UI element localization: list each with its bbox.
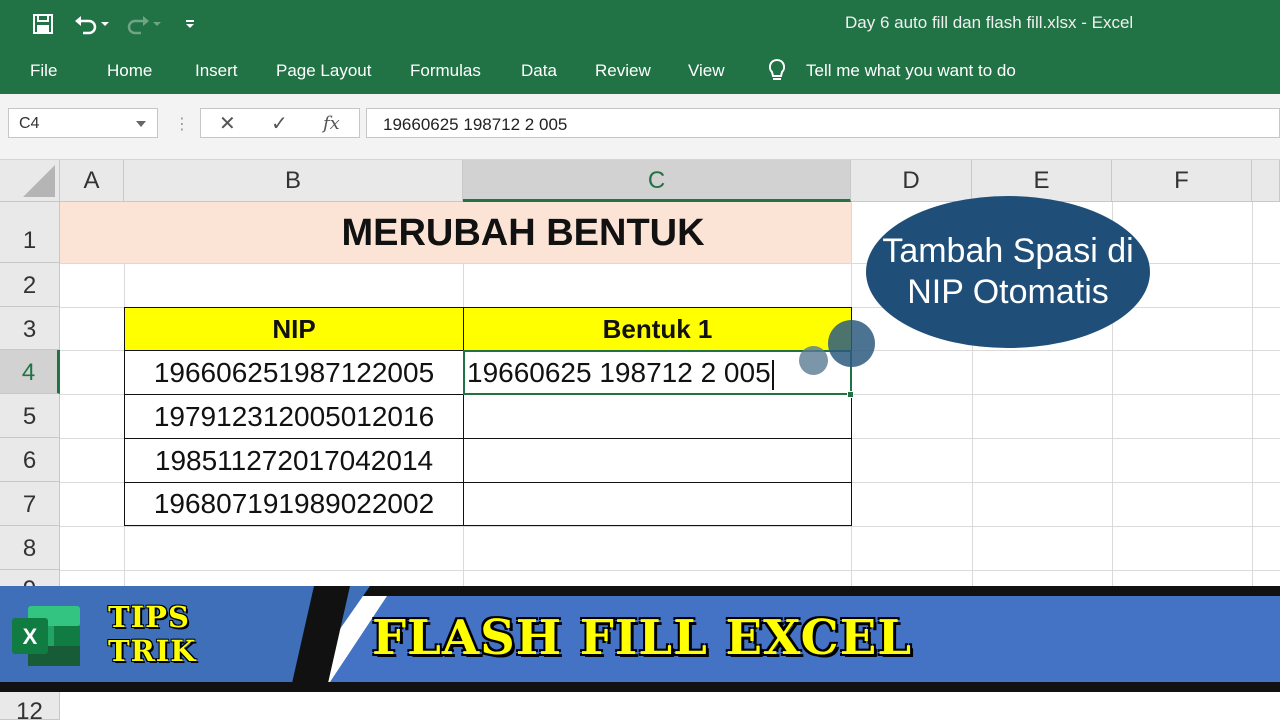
tab-file[interactable]: File [30,61,57,81]
tab-home[interactable]: Home [107,61,152,81]
title-bar: Day 6 auto fill dan flash fill.xlsx - Ex… [0,0,1280,48]
tab-insert[interactable]: Insert [195,61,238,81]
lightbulb-icon[interactable] [766,58,788,84]
tab-page-layout[interactable]: Page Layout [276,61,371,81]
banner-top-line [339,586,1280,596]
ribbon-tabs: File Home Insert Page Layout Formulas Da… [0,48,1280,94]
tab-view[interactable]: View [688,61,725,81]
excel-logo-icon: X [10,604,82,668]
tab-formulas[interactable]: Formulas [410,61,481,81]
banner-bottom-line [0,682,1280,692]
cancel-icon[interactable]: ✕ [219,111,236,136]
tips-text: TIPS [108,600,190,634]
bentuk-cell[interactable] [463,394,852,439]
text-cursor [771,359,774,390]
callout-line-1: Tambah Spasi di [882,232,1134,271]
callout-dot-large [828,320,875,367]
redo-icon[interactable] [124,10,152,38]
row-header-5[interactable]: 5 [0,394,60,438]
nip-cell[interactable]: 198511272017042014 [124,438,464,483]
enter-icon[interactable]: ✓ [271,111,288,136]
nip-cell[interactable]: 196606251987122005 [124,350,464,395]
tips-trik-label: TIPS TRIK [108,600,196,668]
active-cell-c4[interactable]: 19660625 198712 2 005 [463,350,852,395]
column-header-a[interactable]: A [60,160,124,202]
column-header-f[interactable]: F [1112,160,1252,202]
formula-bar-area: C4 ⋮ ✕ ✓ fx 19660625 198712 2 005 [0,94,1280,160]
callout-bubble: Tambah Spasi di NIP Otomatis [866,196,1150,348]
tips-banner: X TIPS TRIK FLASH FILL EXCEL [0,586,1280,692]
row-header-8[interactable]: 8 [0,526,60,570]
row-header-2[interactable]: 2 [0,263,60,307]
tell-me-box[interactable]: Tell me what you want to do [806,61,1016,81]
bentuk-cell[interactable] [463,482,852,526]
header-bentuk-1[interactable]: Bentuk 1 [463,307,852,351]
bentuk-cell[interactable] [463,438,852,483]
banner-headline: FLASH FILL EXCEL [372,610,913,666]
tab-review[interactable]: Review [595,61,651,81]
excel-logo-letter: X [23,624,38,649]
customize-qat-icon[interactable] [176,10,204,38]
column-header-b[interactable]: B [124,160,463,202]
row-header-6[interactable]: 6 [0,438,60,482]
header-nip[interactable]: NIP [124,307,464,351]
column-header-d[interactable]: D [851,160,972,202]
row-header-12[interactable]: 12 [0,692,60,720]
trik-text: TRIK [108,634,197,668]
row-header-3[interactable]: 3 [0,307,60,350]
active-cell-text: 19660625 198712 2 005 [467,357,771,388]
row-header-7[interactable]: 7 [0,482,60,526]
column-header-c[interactable]: C [463,160,851,202]
callout-dot-small [799,346,828,375]
formula-input[interactable]: 19660625 198712 2 005 [366,108,1280,138]
insert-function-icon[interactable]: fx [323,113,340,134]
formula-buttons: ✕ ✓ fx [200,108,360,138]
tab-data[interactable]: Data [521,61,557,81]
row-header-4[interactable]: 4 [0,350,60,394]
callout-line-2: NIP Otomatis [907,273,1109,311]
row-header-1[interactable]: 1 [0,202,60,263]
window-title: Day 6 auto fill dan flash fill.xlsx - Ex… [845,13,1134,32]
redo-dropdown-icon[interactable] [150,10,164,38]
select-all-corner[interactable] [0,160,60,202]
nip-cell[interactable]: 197912312005012016 [124,394,464,439]
save-icon[interactable] [29,10,57,38]
fill-handle[interactable] [847,391,854,398]
column-header-g[interactable] [1252,160,1280,202]
resize-handle-icon[interactable]: ⋮ [174,114,190,134]
undo-dropdown-icon[interactable] [98,10,112,38]
sheet-title[interactable]: MERUBAH BENTUK [60,202,986,263]
name-box-dropdown-icon[interactable] [136,121,146,127]
undo-icon[interactable] [72,10,100,38]
nip-cell[interactable]: 196807191989022002 [124,482,464,526]
